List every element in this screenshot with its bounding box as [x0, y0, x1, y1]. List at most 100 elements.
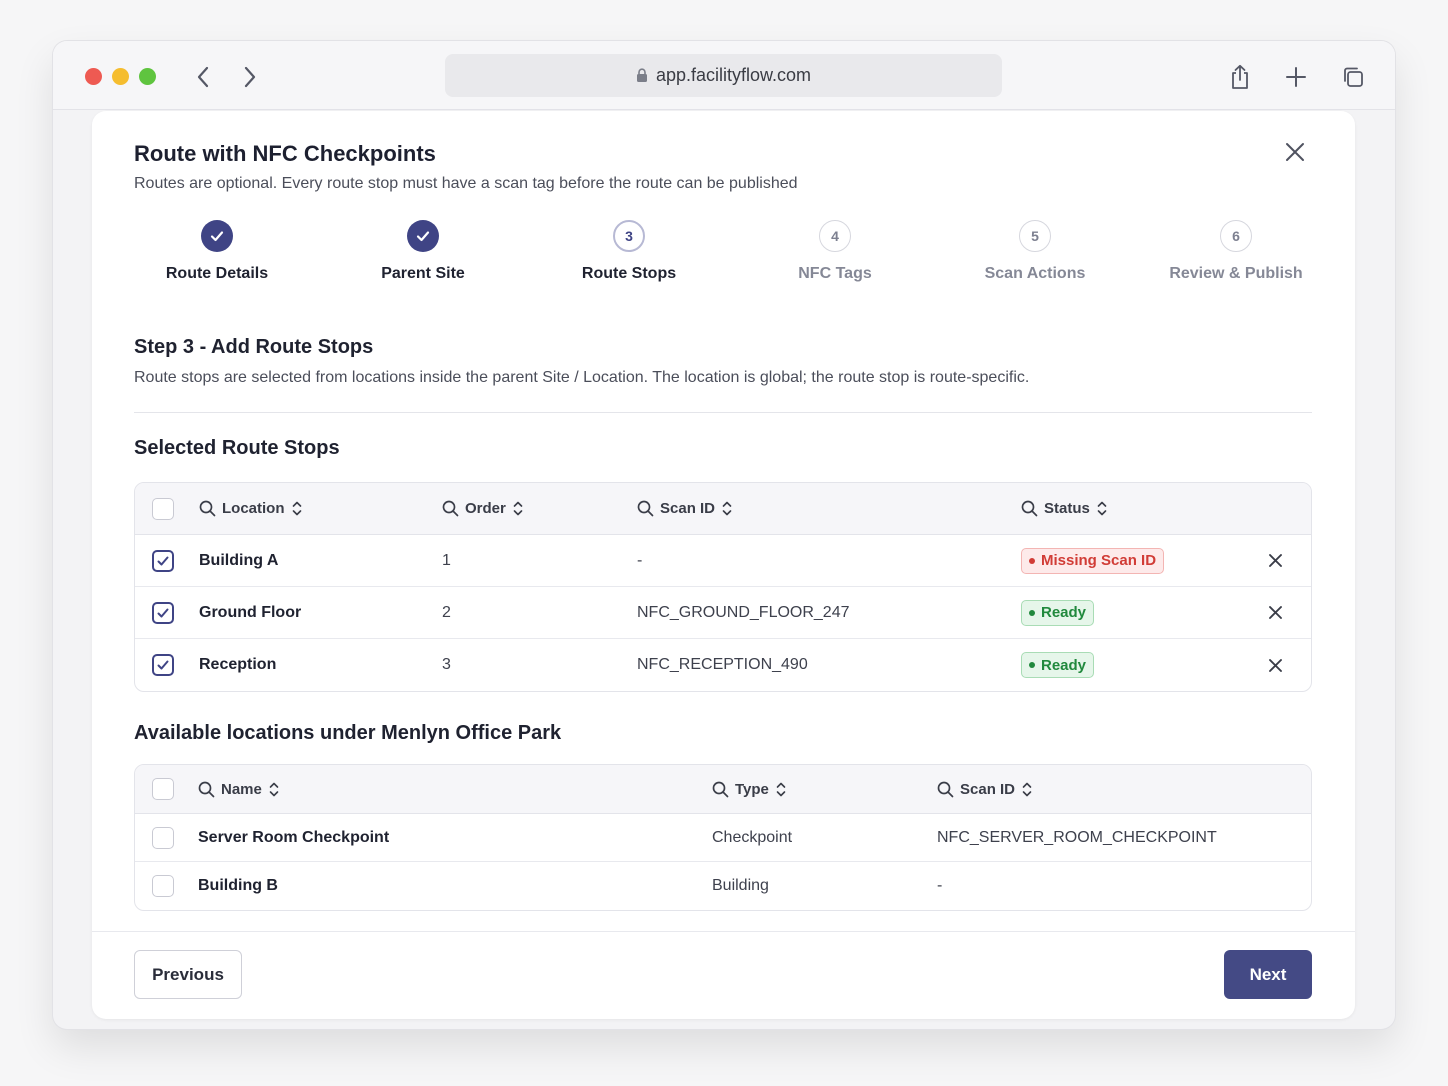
new-tab-button[interactable] [1281, 62, 1311, 92]
table-row[interactable]: Ground Floor 2 NFC_GROUND_FLOOR_247 Read… [135, 587, 1311, 639]
column-header-scan-id[interactable]: Scan ID [937, 765, 1033, 813]
column-header-order[interactable]: Order [442, 483, 524, 534]
search-icon [637, 500, 654, 517]
chevron-right-icon [244, 66, 256, 88]
check-icon [157, 608, 169, 617]
location-name: Building A [199, 551, 279, 569]
share-button[interactable] [1225, 62, 1255, 92]
sort-icon[interactable] [1021, 781, 1033, 798]
search-icon [199, 500, 216, 517]
selected-stops-heading: Selected Route Stops [134, 437, 340, 459]
remove-stop-button[interactable] [1268, 587, 1283, 638]
table-row[interactable]: Reception 3 NFC_RECEPTION_490 Ready [135, 639, 1311, 691]
scan-id: - [637, 551, 643, 569]
next-button[interactable]: Next [1224, 950, 1312, 999]
stop-order: 1 [442, 551, 451, 569]
table-header: Name Type Scan ID [135, 765, 1311, 814]
table-row[interactable]: Server Room Checkpoint Checkpoint NFC_SE… [135, 814, 1311, 862]
location-name: Building B [198, 877, 278, 894]
stop-order: 3 [442, 656, 451, 673]
url-text: app.facilityflow.com [655, 65, 812, 85]
scan-id: NFC_SERVER_ROOM_CHECKPOINT [937, 828, 1217, 846]
back-button[interactable] [188, 62, 218, 92]
forward-button[interactable] [235, 62, 265, 92]
column-header-name[interactable]: Name [198, 765, 280, 813]
close-modal-button[interactable] [1282, 139, 1308, 165]
maximize-window-button[interactable] [139, 68, 156, 85]
location-name: Server Room Checkpoint [198, 828, 390, 846]
sort-icon[interactable] [1096, 500, 1108, 517]
sort-icon[interactable] [721, 500, 733, 517]
row-checkbox[interactable] [152, 654, 174, 676]
table-row[interactable]: Building A 1 - Missing Scan ID [135, 535, 1311, 587]
search-icon [712, 781, 729, 797]
minimize-window-button[interactable] [112, 68, 129, 85]
search-icon [198, 781, 215, 797]
close-window-button[interactable] [85, 68, 102, 85]
available-locations-table: Name Type Scan ID Server Room Checkpoint [134, 764, 1312, 911]
step-label: Review & Publish [1169, 265, 1303, 282]
sort-icon[interactable] [775, 781, 787, 798]
step-review-publish[interactable]: 6 Review & Publish [1136, 220, 1336, 283]
location-name: Ground Floor [199, 603, 302, 621]
close-icon [1269, 554, 1282, 567]
check-icon [157, 660, 169, 670]
step-label: Route Stops [581, 265, 677, 282]
step-complete-badge [201, 220, 233, 252]
modal-subtitle: Routes are optional. Every route stop mu… [134, 175, 798, 192]
row-checkbox[interactable] [152, 549, 174, 572]
stop-order: 2 [442, 603, 451, 621]
table-row[interactable]: Building B Building - [135, 862, 1311, 910]
scan-id: NFC_GROUND_FLOOR_247 [637, 603, 850, 621]
step-nfc-tags[interactable]: 4 NFC Tags [735, 220, 935, 283]
select-all-checkbox[interactable] [152, 497, 174, 520]
status-dot [1029, 662, 1035, 668]
share-icon [1232, 64, 1248, 89]
section-divider [134, 412, 1312, 413]
selected-stops-table: Location Order Scan ID Status Building A… [134, 482, 1312, 692]
row-checkbox[interactable] [152, 826, 174, 849]
chevron-left-icon [197, 66, 209, 88]
status-dot [1029, 609, 1035, 616]
tab-overview-button[interactable] [1338, 62, 1368, 92]
select-all-checkbox[interactable] [152, 778, 174, 800]
remove-stop-button[interactable] [1268, 535, 1283, 586]
step-description: Route stops are selected from locations … [134, 369, 1030, 386]
column-header-type[interactable]: Type [712, 765, 787, 813]
address-bar[interactable]: app.facilityflow.com [445, 54, 1002, 97]
close-icon [1286, 143, 1304, 161]
close-icon [1269, 606, 1282, 619]
check-icon [416, 231, 430, 242]
step-number: 3 [613, 220, 645, 252]
table-header: Location Order Scan ID Status [135, 483, 1311, 535]
footer-divider [92, 931, 1355, 932]
step-label: NFC Tags [798, 265, 872, 282]
available-locations-heading: Available locations under Menlyn Office … [134, 722, 562, 744]
status-badge: Missing Scan ID [1021, 547, 1165, 574]
column-header-status[interactable]: Status [1021, 483, 1108, 534]
step-number: 6 [1220, 220, 1252, 252]
location-type: Building [712, 877, 769, 894]
step-number: 4 [819, 220, 851, 252]
previous-button[interactable]: Previous [134, 950, 242, 999]
status-badge: Ready [1021, 652, 1095, 678]
row-checkbox[interactable] [152, 875, 174, 897]
column-header-location[interactable]: Location [199, 483, 303, 534]
step-route-stops[interactable]: 3 Route Stops [529, 220, 729, 283]
remove-stop-button[interactable] [1268, 639, 1283, 691]
search-icon [442, 500, 459, 517]
step-route-details[interactable]: Route Details [117, 220, 317, 283]
scan-id: NFC_RECEPTION_490 [637, 656, 808, 673]
sort-icon[interactable] [268, 781, 280, 798]
column-header-scan-id[interactable]: Scan ID [637, 483, 733, 534]
sort-icon[interactable] [512, 500, 524, 517]
sort-icon[interactable] [291, 500, 303, 517]
status-dot [1029, 557, 1035, 564]
step-scan-actions[interactable]: 5 Scan Actions [935, 220, 1135, 283]
step-number: 5 [1019, 220, 1051, 252]
location-type: Checkpoint [712, 828, 793, 846]
row-checkbox[interactable] [152, 601, 174, 624]
step-label: Scan Actions [984, 265, 1086, 282]
step-label: Route Details [165, 265, 269, 282]
step-parent-site[interactable]: Parent Site [323, 220, 523, 283]
